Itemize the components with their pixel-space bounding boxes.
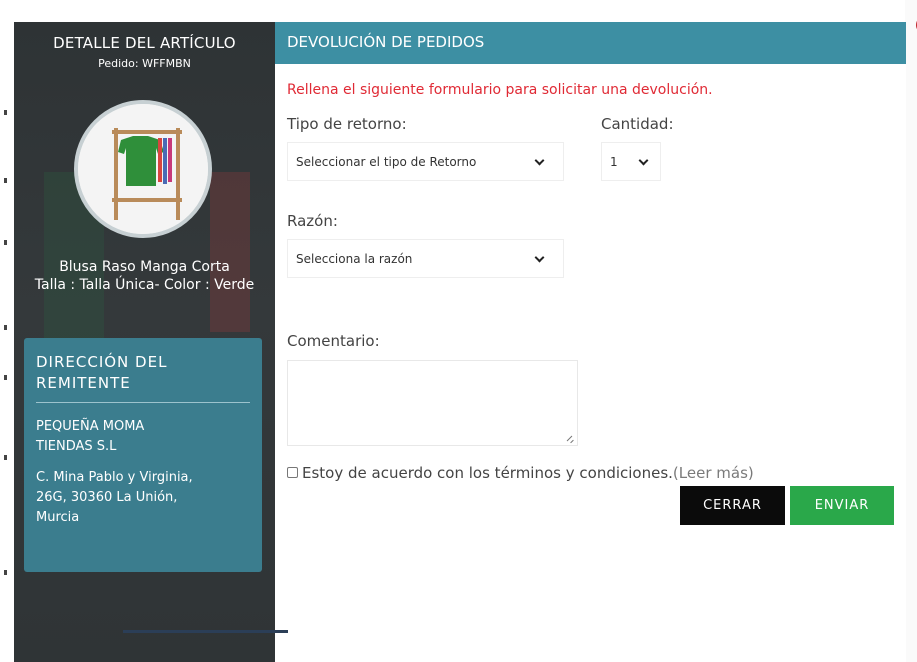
reason-select[interactable]: Selecciona la razón	[287, 239, 564, 278]
product-details: Talla : Talla Única- Color : Verde	[34, 277, 255, 293]
form-header: DEVOLUCIÓN DE PEDIDOS	[275, 22, 906, 64]
chevron-down-icon	[534, 155, 545, 166]
sender-company-line: PEQUEÑA MOMA	[36, 419, 145, 434]
chevron-down-icon	[534, 252, 545, 263]
sender-address-line: 26G, 30360 La Unión,	[36, 490, 178, 505]
reason-label: Razón:	[287, 212, 338, 230]
product-image	[74, 100, 212, 238]
item-detail-panel: DETALLE DEL ARTÍCULO Pedido: WFFMBN Blus…	[14, 22, 275, 662]
return-form: Rellena el siguiente formulario para sol…	[275, 64, 906, 662]
close-button[interactable]: CERRAR	[680, 486, 785, 525]
return-type-value: Seleccionar el tipo de Retorno	[296, 155, 477, 169]
sender-title: DIRECCIÓN DEL REMITENTE	[36, 353, 168, 392]
read-more-link[interactable]: (Leer más)	[673, 464, 754, 482]
terms-checkbox[interactable]	[287, 467, 298, 478]
background-left	[0, 0, 14, 662]
sender-address-box: DIRECCIÓN DEL REMITENTE PEQUEÑA MOMA TIE…	[24, 338, 262, 572]
background-decor	[210, 172, 250, 332]
product-name: Blusa Raso Manga Corta	[59, 259, 230, 275]
order-number: Pedido: WFFMBN	[98, 57, 191, 70]
send-button[interactable]: ENVIAR	[790, 486, 894, 525]
sender-company-line: TIENDAS S.L	[36, 439, 117, 454]
return-type-label: Tipo de retorno:	[287, 115, 407, 133]
comment-textarea[interactable]	[287, 360, 578, 446]
sender-address-line: C. Mina Pablo y Virginia,	[36, 470, 193, 485]
resize-grip-icon[interactable]	[570, 439, 574, 444]
terms-row: Estoy de acuerdo con los términos y cond…	[287, 464, 754, 482]
scroll-indicator	[123, 630, 288, 633]
sender-address-line: Murcia	[36, 510, 80, 525]
quantity-value: 1	[610, 155, 618, 169]
comment-label: Comentario:	[287, 332, 380, 350]
item-detail-title: DETALLE DEL ARTÍCULO	[53, 34, 236, 52]
reason-value: Selecciona la razón	[296, 252, 413, 266]
chevron-down-icon	[638, 155, 649, 166]
page: DETALLE DEL ARTÍCULO Pedido: WFFMBN Blus…	[0, 0, 917, 662]
return-type-select[interactable]: Seleccionar el tipo de Retorno	[287, 142, 564, 181]
return-modal: DETALLE DEL ARTÍCULO Pedido: WFFMBN Blus…	[14, 16, 917, 662]
terms-text: Estoy de acuerdo con los términos y cond…	[302, 464, 673, 482]
form-intro: Rellena el siguiente formulario para sol…	[287, 82, 713, 98]
background-right	[905, 0, 917, 662]
divider	[36, 402, 250, 403]
quantity-select[interactable]: 1	[601, 142, 661, 181]
quantity-label: Cantidad:	[601, 115, 674, 133]
